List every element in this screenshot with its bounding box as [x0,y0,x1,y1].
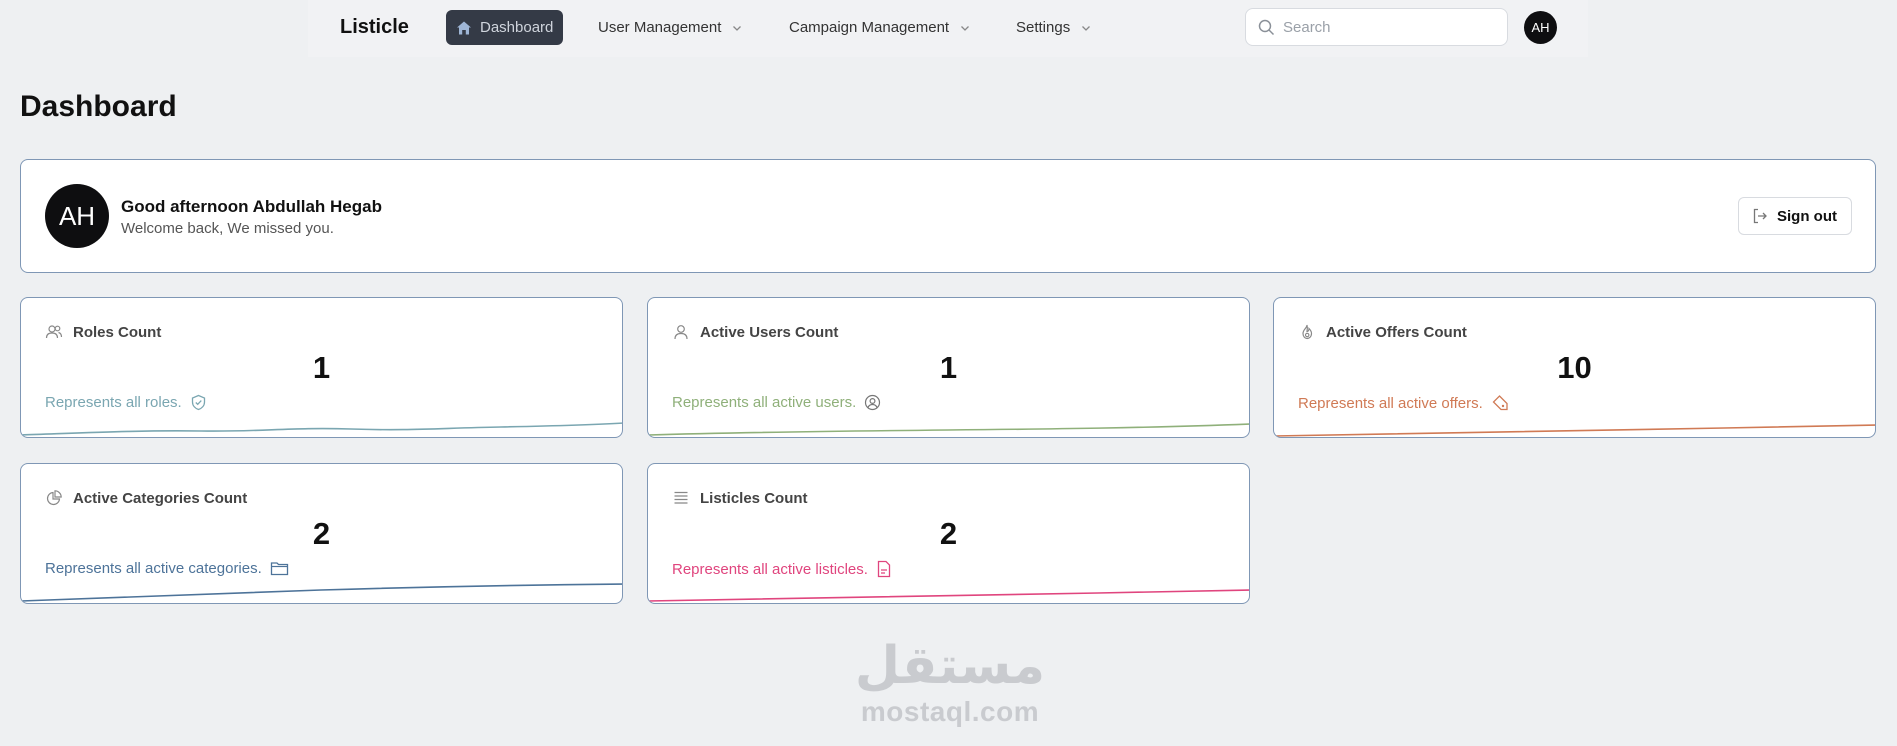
card-value: 1 [939,350,958,385]
card-value: 2 [312,516,331,551]
nav-campaign-management[interactable]: Campaign Management [779,10,981,45]
card-title: Roles Count [73,323,162,341]
user-avatar[interactable]: AH [1524,11,1557,44]
nav-dashboard[interactable]: Dashboard [446,10,564,45]
nav-dashboard-label: Dashboard [480,19,554,36]
brand-logo[interactable]: Listicle [340,16,409,39]
search-input[interactable] [1283,18,1483,36]
stat-card-active-users: Active Users Count 1 Represents all acti… [647,297,1250,438]
user-icon [672,323,690,341]
search-icon [1258,19,1275,36]
chevron-down-icon [731,22,743,34]
search-box[interactable] [1245,8,1508,46]
sparkline [21,422,622,436]
sign-out-icon [1751,207,1769,225]
nav-settings[interactable]: Settings [1006,10,1102,45]
stat-card-listicles: Listicles Count 2 Represents all active … [647,463,1250,604]
sparkline [1274,424,1875,437]
home-icon [456,20,472,36]
welcome-subtitle: Welcome back, We missed you. [121,220,334,237]
chevron-down-icon [959,22,971,34]
sign-out-button[interactable]: Sign out [1738,197,1852,235]
card-title: Active Categories Count [73,489,248,507]
card-value: 1 [312,350,331,385]
sign-out-label: Sign out [1777,207,1837,225]
stat-card-active-offers: Active Offers Count 10 Represents all ac… [1273,297,1876,438]
sparkline [648,423,1249,436]
watermark-latin: mostaql.com [860,696,1040,727]
card-value: 10 [1557,350,1592,385]
sparkline [21,583,622,602]
sparkline [648,589,1249,602]
watermark-arabic: مستقل [854,636,1046,696]
top-navbar: Listicle Dashboard User Management Campa… [308,0,1588,57]
flame-icon [1298,323,1316,341]
card-title: Active Offers Count [1326,323,1467,341]
stat-card-roles: Roles Count 1 Represents all roles. [20,297,623,438]
nav-user-management[interactable]: User Management [588,10,753,45]
nav-settings-label: Settings [1016,19,1071,36]
card-title: Active Users Count [700,323,839,341]
avatar: AH [45,184,109,248]
nav-user-management-label: User Management [598,19,722,36]
stat-card-active-categories: Active Categories Count 2 Represents all… [20,463,623,604]
chevron-down-icon [1080,22,1092,34]
card-title: Listicles Count [700,489,808,507]
pie-chart-icon [45,489,63,507]
greeting-text: Good afternoon Abdullah Hegab [121,197,382,216]
welcome-card: AH Good afternoon Abdullah Hegab Welcome… [20,159,1876,273]
users-icon [45,323,63,341]
page-title: Dashboard [20,90,177,123]
card-value: 2 [939,516,958,551]
watermark: مستقل mostaql.com [850,636,1050,728]
nav-campaign-management-label: Campaign Management [789,19,950,36]
list-icon [672,489,690,507]
